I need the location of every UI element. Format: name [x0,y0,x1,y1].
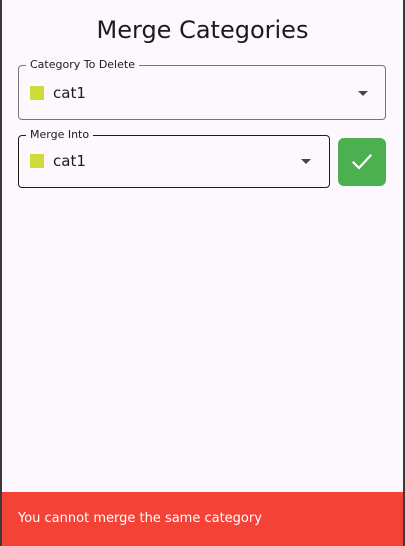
merge-into-value: cat1 [53,152,86,170]
category-to-delete-label: Category To Delete [26,58,139,72]
category-to-delete-dropdown[interactable]: Category To Delete cat1 [18,58,386,120]
merge-into-dropdown[interactable]: Merge Into cat1 [18,128,330,188]
snackbar-message: You cannot merge the same category [18,511,262,526]
merge-categories-screen: Merge Categories Category To Delete cat1… [2,0,403,546]
confirm-merge-button[interactable] [338,138,386,186]
error-snackbar: You cannot merge the same category [2,492,403,546]
arrow-drop-down-icon [301,159,311,164]
check-icon [352,153,372,170]
arrow-drop-down-icon [358,91,368,96]
merge-into-label: Merge Into [26,128,94,142]
category-color-swatch [30,86,44,100]
category-to-delete-value: cat1 [53,84,86,102]
category-color-swatch [30,154,44,168]
page-title: Merge Categories [96,16,309,44]
